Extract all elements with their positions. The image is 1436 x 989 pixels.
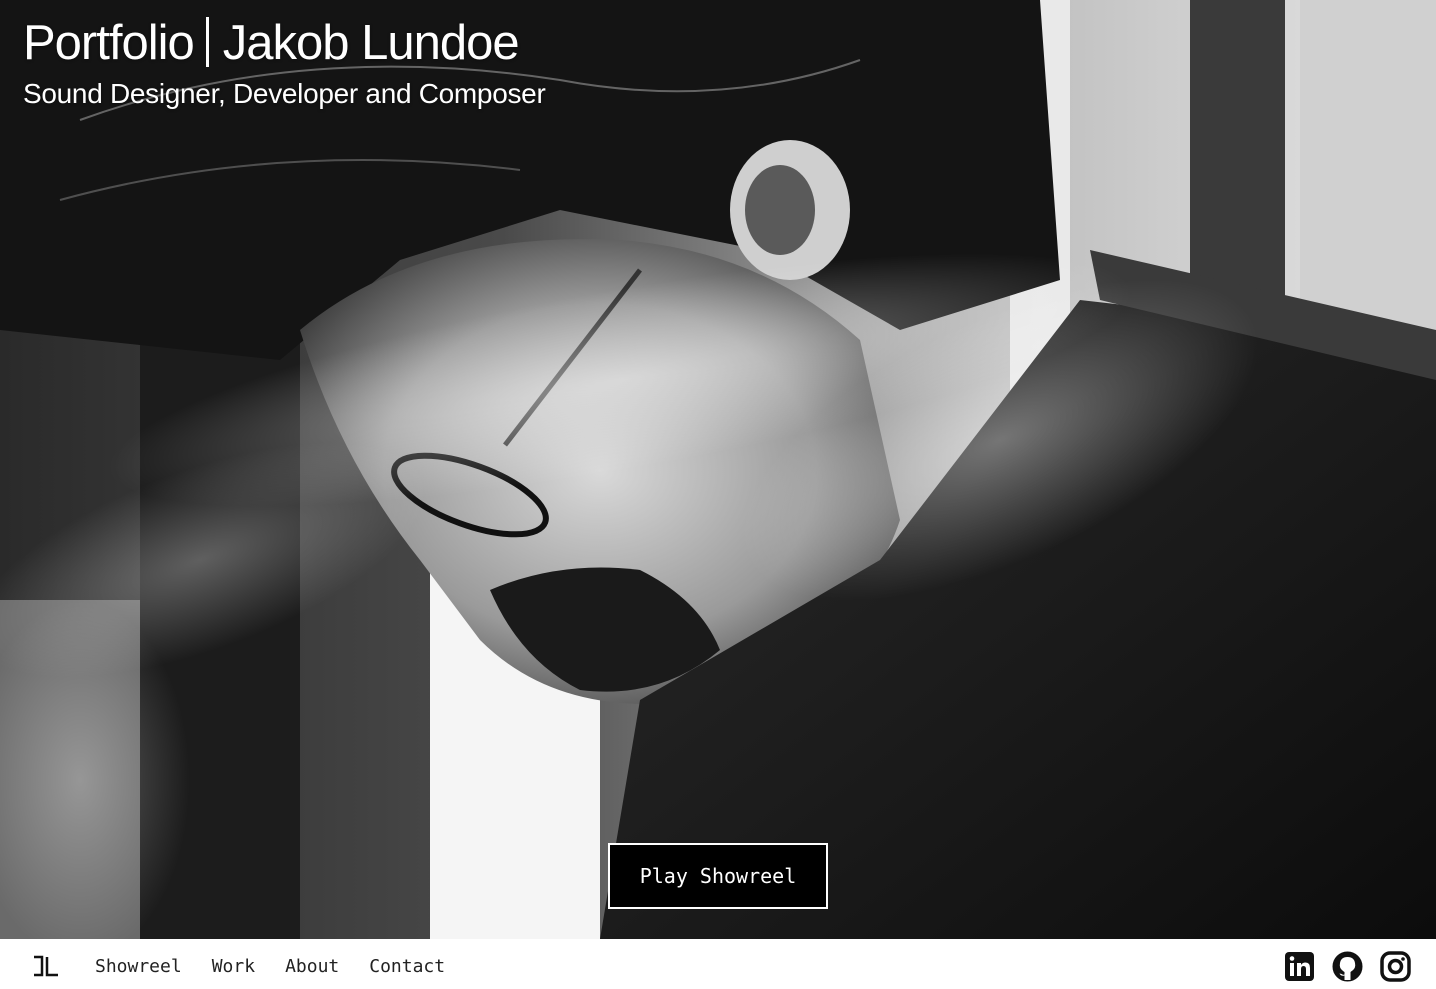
jl-logo-icon[interactable]	[32, 955, 60, 977]
linkedin-icon[interactable]	[1284, 951, 1315, 982]
nav-links: Showreel Work About Contact	[95, 956, 445, 978]
instagram-icon[interactable]	[1380, 951, 1411, 982]
nav-item-about[interactable]: About	[285, 956, 339, 978]
nav-item-showreel[interactable]: Showreel	[95, 956, 182, 978]
hero-section: Portfolio Jakob Lundoe Sound Designer, De…	[0, 0, 1436, 939]
play-showreel-button[interactable]: Play Showreel	[608, 843, 828, 909]
github-icon[interactable]	[1332, 951, 1363, 982]
hero-portrait-photo	[0, 0, 1436, 939]
title-portfolio: Portfolio	[23, 16, 195, 70]
nav-item-contact[interactable]: Contact	[369, 956, 445, 978]
page-title: Portfolio Jakob Lundoe	[23, 14, 520, 72]
title-separator	[205, 17, 209, 67]
title-name: Jakob Lundoe	[222, 16, 520, 70]
page-subtitle: Sound Designer, Developer and Composer	[23, 78, 546, 109]
nav-item-work[interactable]: Work	[212, 956, 255, 978]
